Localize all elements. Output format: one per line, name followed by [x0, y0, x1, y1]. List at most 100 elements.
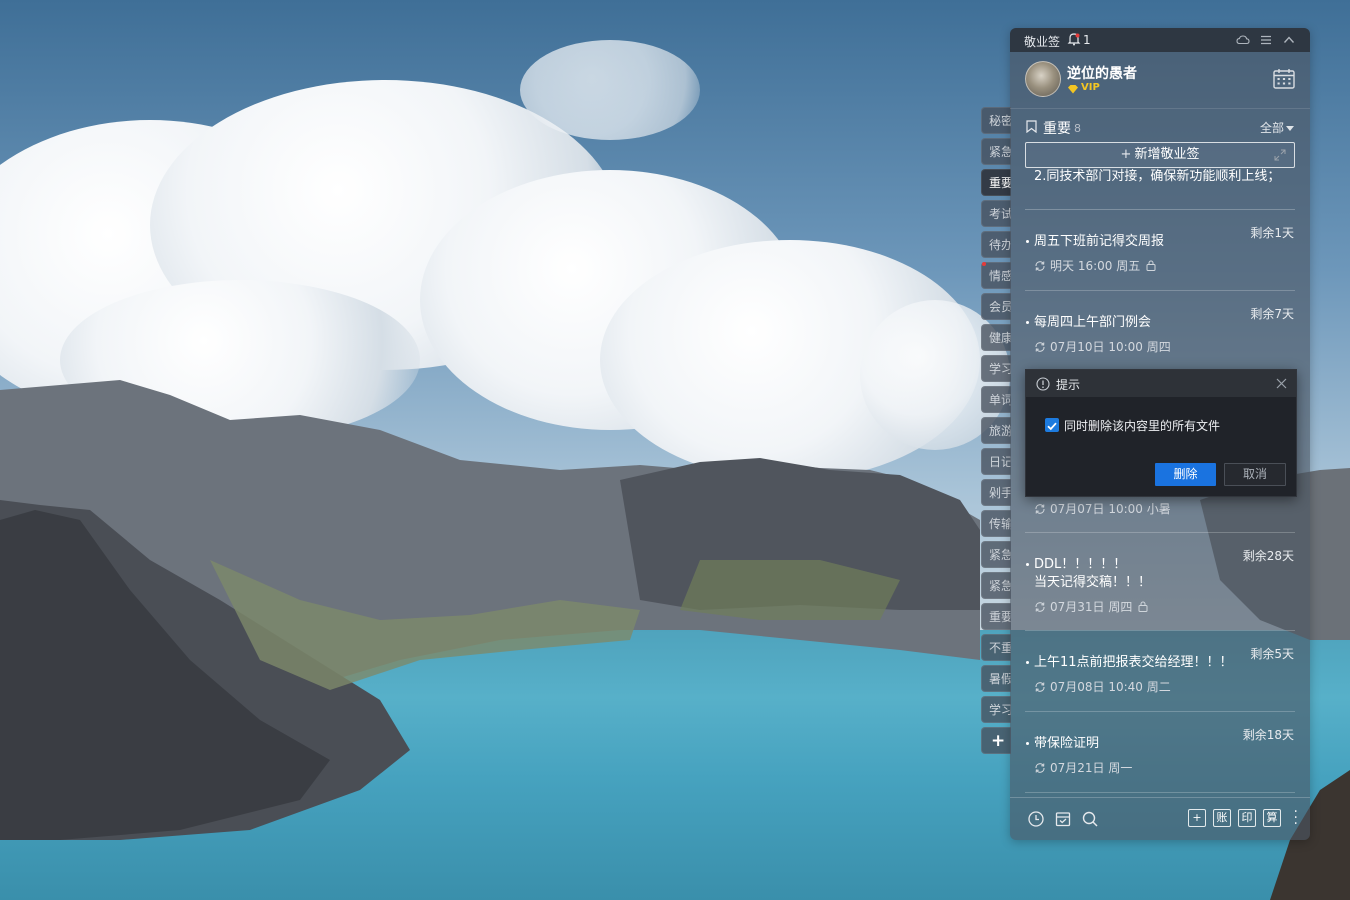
avatar[interactable]	[1025, 61, 1061, 97]
filter-label: 全部	[1259, 121, 1284, 135]
search-icon[interactable]	[1081, 810, 1099, 828]
remaining-days: 剩余7天	[1250, 307, 1294, 321]
username: 逆位的愚者	[1067, 66, 1137, 82]
category-tab[interactable]: 待办	[981, 231, 1011, 258]
note-item[interactable]: 剩余28天 DDL！！！！！ 当天记得交稿！！！ 07月31日 周四	[1010, 533, 1310, 631]
category-unread-dot	[982, 262, 986, 266]
remaining-days: 剩余28天	[1242, 549, 1294, 563]
category-tab[interactable]: 传输	[981, 510, 1011, 537]
info-icon	[1036, 377, 1050, 391]
note-item[interactable]: 剩余1天周五下班前记得交周报明天 16:00 周五	[1010, 210, 1310, 291]
repeat-icon	[1035, 602, 1045, 612]
remaining-days: 剩余1天	[1250, 226, 1294, 240]
category-tab[interactable]: 旅游	[981, 417, 1011, 444]
note-item[interactable]: 剩余18天带保险证明 07月21日 周一	[1010, 712, 1310, 793]
delete-button[interactable]: 删除	[1155, 463, 1216, 486]
note-meta: 07月07日 10:00 小暑	[1034, 500, 1171, 517]
category-tab[interactable]: 不重	[981, 634, 1011, 661]
checkbox-label: 同时删除该内容里的所有文件	[1064, 419, 1221, 433]
category-tab[interactable]: 考试	[981, 200, 1011, 227]
note-title: 每周四上午部门例会	[1034, 315, 1152, 330]
menu-icon[interactable]	[1259, 33, 1273, 47]
note-time: 07月08日 10:40 周二	[1050, 680, 1171, 694]
bookmark-icon	[1026, 120, 1037, 133]
clock-icon[interactable]	[1027, 810, 1045, 828]
remaining-days: 剩余18天	[1242, 728, 1294, 742]
category-tab[interactable]: 学习	[981, 355, 1011, 382]
note-item[interactable]: 剩余5天上午11点前把报表交给经理！！！ 07月08日 10:40 周二	[1010, 631, 1310, 712]
lock-icon	[1146, 260, 1156, 271]
divider	[1025, 792, 1295, 793]
add-note-label: 新增敬业签	[1134, 147, 1200, 162]
ledger-button[interactable]: 账	[1213, 809, 1231, 827]
print-button[interactable]: 印	[1238, 809, 1256, 827]
add-category-button[interactable]: +	[981, 727, 1011, 754]
category-tab[interactable]: 会员	[981, 293, 1011, 320]
calculator-button[interactable]: 算	[1263, 809, 1281, 827]
delete-files-checkbox[interactable]	[1045, 418, 1059, 432]
footer-toolbar: + 账 印 算 · · ·	[1010, 797, 1310, 840]
lock-icon	[1138, 601, 1148, 612]
section-header: 重要 8 全部	[1010, 108, 1310, 139]
vip-badge: VIP	[1081, 82, 1100, 93]
note-meta: 07月10日 10:00 周四	[1034, 338, 1171, 355]
note-meta: 07月31日 周四	[1034, 598, 1148, 615]
notification-bell-icon[interactable]	[1067, 32, 1081, 46]
category-tab[interactable]: 紧急	[981, 138, 1011, 165]
expand-icon[interactable]	[1274, 149, 1286, 161]
category-tab[interactable]: 秘密	[981, 107, 1011, 134]
calendar-icon[interactable]	[1272, 67, 1296, 91]
cloud-sync-icon[interactable]	[1236, 33, 1250, 47]
plus-icon: +	[1120, 147, 1132, 162]
footer-add-button[interactable]: +	[1188, 809, 1206, 827]
note-meta: 07月21日 周一	[1034, 759, 1132, 776]
more-options-icon[interactable]: · · ·	[1294, 805, 1298, 831]
title-bar[interactable]: 敬业签 1	[1010, 28, 1310, 52]
category-tab[interactable]: 日记	[981, 448, 1011, 475]
note-meta: 明天 16:00 周五	[1034, 257, 1156, 274]
filter-dropdown[interactable]: 全部	[1260, 119, 1294, 136]
bullet	[1026, 742, 1029, 745]
note-title: 周五下班前记得交周报	[1034, 234, 1165, 249]
add-note-button[interactable]: + 新增敬业签	[1025, 142, 1295, 168]
category-tab[interactable]: 学习	[981, 696, 1011, 723]
notification-count: 1	[1083, 33, 1091, 47]
diamond-icon	[1068, 85, 1078, 94]
section-count: 8	[1074, 122, 1081, 135]
user-profile[interactable]: 逆位的愚者 VIP	[1010, 52, 1310, 108]
category-tab[interactable]: 紧急	[981, 541, 1011, 568]
clipped-note-line: 2.同技术部门对接，确保新功能顺利上线；	[1034, 169, 1281, 184]
cancel-button[interactable]: 取消	[1224, 463, 1286, 486]
checkmark-icon	[1047, 422, 1057, 431]
note-title: DDL！！！！！ 当天记得交稿！！！	[1034, 557, 1152, 590]
repeat-icon	[1035, 504, 1045, 514]
note-time: 明天 16:00 周五	[1050, 259, 1141, 273]
dialog-header: 提示	[1026, 370, 1296, 397]
note-time: 07月31日 周四	[1050, 600, 1133, 614]
section-title: 重要	[1043, 121, 1071, 137]
note-meta: 07月08日 10:40 周二	[1034, 678, 1171, 695]
note-time: 07月10日 10:00 周四	[1050, 340, 1171, 354]
category-tab[interactable]: 暑假	[981, 665, 1011, 692]
category-tab[interactable]: 情感	[981, 262, 1011, 289]
category-tab[interactable]: 单词	[981, 386, 1011, 413]
dialog-title: 提示	[1056, 378, 1081, 392]
archive-box-icon[interactable]	[1054, 810, 1072, 828]
note-title: 带保险证明	[1034, 736, 1100, 751]
repeat-icon	[1035, 342, 1045, 352]
note-title: 上午11点前把报表交给经理！！！	[1034, 655, 1233, 670]
bullet	[1026, 563, 1029, 566]
close-icon[interactable]	[1276, 378, 1287, 389]
repeat-icon	[1035, 682, 1045, 692]
category-tab[interactable]: 紧急	[981, 572, 1011, 599]
clipped-note-text: 2.同技术部门对接，确保新功能顺利上线；	[1034, 168, 1294, 190]
category-tab[interactable]: 健康	[981, 324, 1011, 351]
category-tab[interactable]: 重要	[981, 169, 1011, 196]
confirm-dialog: 提示 同时删除该内容里的所有文件 删除 取消	[1025, 369, 1297, 497]
app-title: 敬业签	[1024, 35, 1061, 49]
collapse-icon[interactable]	[1282, 33, 1296, 47]
note-item[interactable]: 剩余7天每周四上午部门例会 07月10日 10:00 周四	[1010, 291, 1310, 372]
category-tab[interactable]: 重要	[981, 603, 1011, 630]
category-tab[interactable]: 剁手	[981, 479, 1011, 506]
remaining-days: 剩余5天	[1250, 647, 1294, 661]
